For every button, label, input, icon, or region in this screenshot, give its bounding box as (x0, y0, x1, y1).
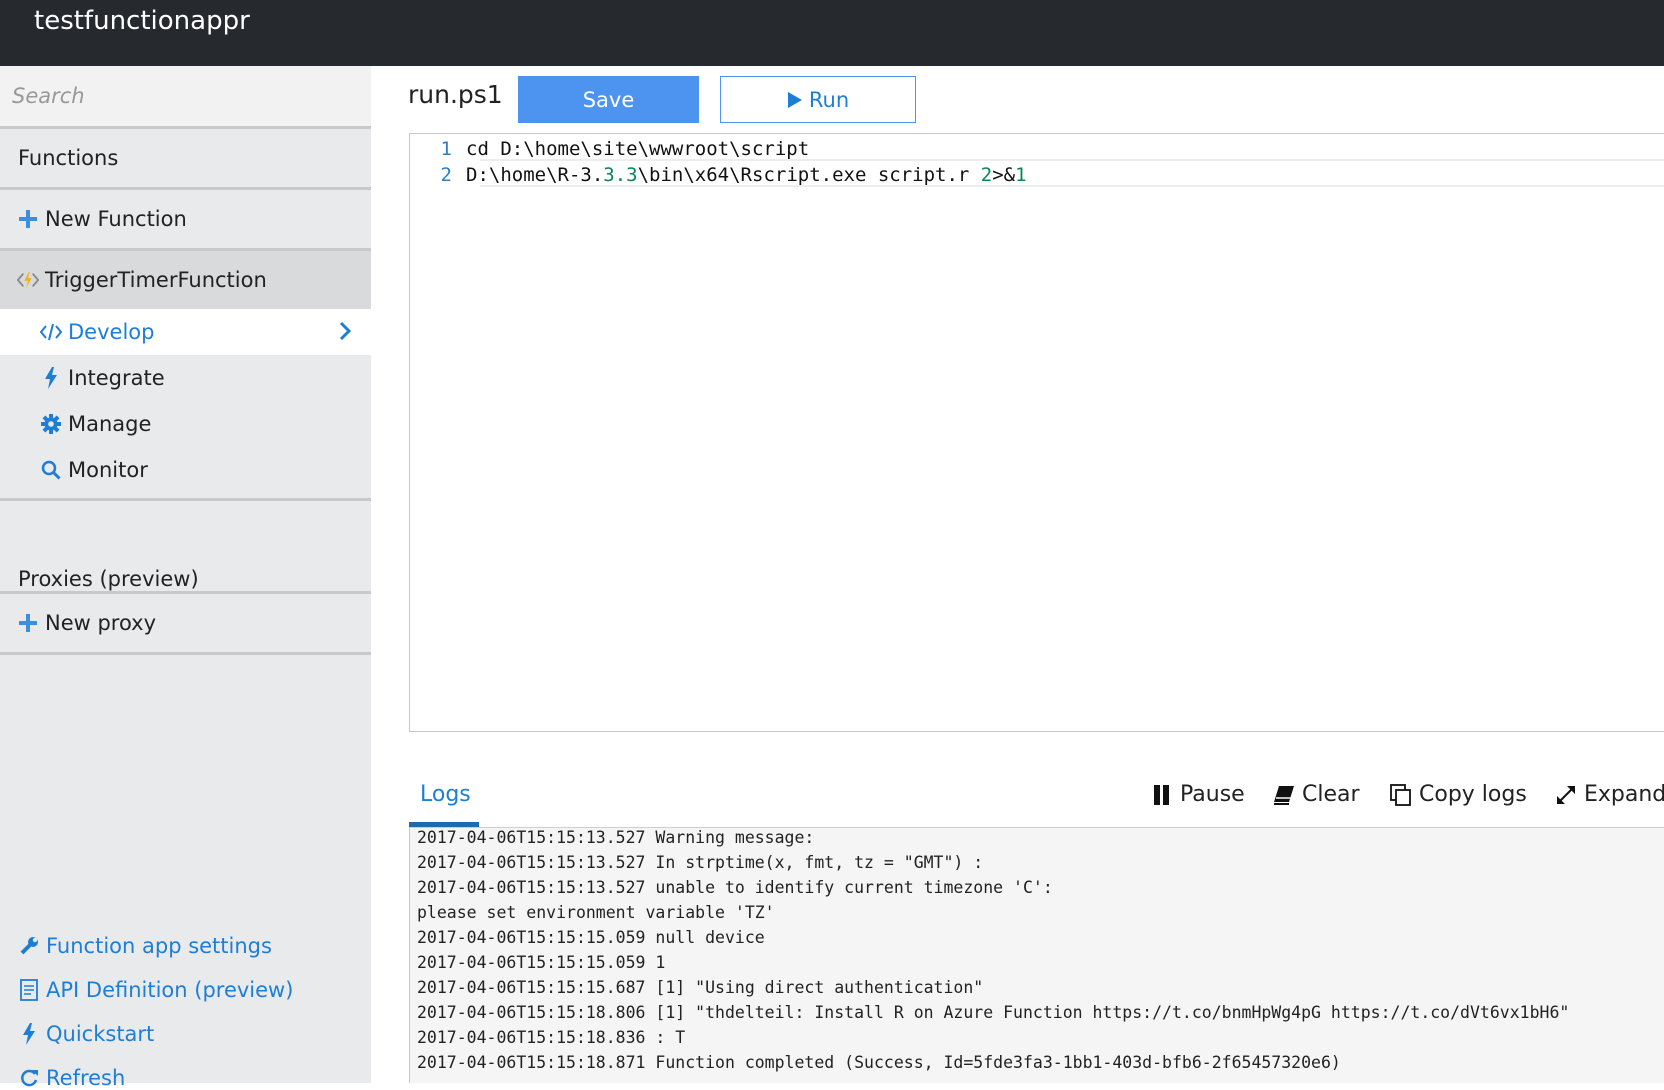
new-function-button[interactable]: New Function (0, 190, 371, 248)
sidebar: Functions New Function TriggerTimerFunct… (0, 66, 371, 1090)
integrate-label: Integrate (68, 366, 165, 390)
log-line: 2017-04-06T15:15:18.836 : T (417, 1028, 686, 1047)
quickstart-link[interactable]: Quickstart (18, 1022, 154, 1046)
top-bar: testfunctionappr (0, 0, 1664, 66)
develop-label: Develop (68, 320, 155, 344)
refresh-link[interactable]: Refresh (18, 1066, 125, 1090)
code-editor[interactable]: 1 cd D:\home\site\wwwroot\script 2 D:\home… (409, 133, 1664, 732)
function-icon (17, 269, 39, 291)
code-icon (40, 321, 62, 343)
line-number: 2 (440, 164, 452, 186)
gear-icon (40, 413, 62, 435)
code-number: 3.3 (603, 164, 638, 186)
clear-label: Clear (1302, 782, 1360, 807)
lightning-icon (18, 1023, 40, 1045)
log-line: 2017-04-06T15:15:13.527 In strptime(x, f… (417, 853, 984, 872)
log-line: 2017-04-06T15:15:15.687 [1] "Using direc… (417, 978, 984, 997)
search-input[interactable] (0, 66, 371, 126)
functions-label: Functions (18, 146, 119, 170)
tab-logs[interactable]: Logs (420, 782, 471, 807)
plus-icon (17, 208, 39, 230)
code-text: D:\home\R-3. (466, 164, 604, 186)
copy-logs-button[interactable]: Copy logs (1389, 782, 1527, 807)
copy-icon (1389, 783, 1413, 807)
search-icon (40, 459, 62, 481)
pause-button[interactable]: Pause (1150, 782, 1245, 807)
clear-button[interactable]: Clear (1272, 782, 1360, 807)
code-text: >& (992, 164, 1016, 186)
line-number: 1 (440, 138, 452, 160)
save-button[interactable]: Save (518, 76, 699, 123)
function-item-triggertimerfunction[interactable]: TriggerTimerFunction (0, 251, 371, 309)
api-definition-link[interactable]: API Definition (preview) (18, 978, 293, 1002)
api-definition-label: API Definition (preview) (46, 978, 294, 1002)
log-line: 2017-04-06T15:15:18.871 Function complet… (417, 1053, 1341, 1072)
sidebar-item-monitor[interactable]: Monitor (0, 447, 371, 493)
quickstart-label: Quickstart (46, 1022, 155, 1046)
pause-icon (1150, 783, 1174, 807)
eraser-icon (1272, 783, 1296, 807)
expand-label: Expand (1584, 782, 1664, 807)
proxies-label: Proxies (preview) (18, 567, 199, 591)
new-proxy-label: New proxy (45, 611, 157, 635)
code-number: 1 (1015, 164, 1027, 186)
log-line: 2017-04-06T15:15:13.527 Warning message: (417, 828, 815, 847)
file-name: run.ps1 (408, 80, 503, 109)
log-line: 2017-04-06T15:15:15.059 null device (417, 928, 765, 947)
function-name: TriggerTimerFunction (45, 268, 267, 292)
line-rule (480, 159, 1664, 161)
log-line: 2017-04-06T15:15:15.059 1 (417, 953, 666, 972)
sidebar-functions[interactable]: Functions (0, 129, 371, 187)
sidebar-item-develop[interactable]: Develop (0, 309, 371, 355)
code-text: \bin\x64\Rscript.exe script.r (637, 164, 981, 186)
sidebar-item-integrate[interactable]: Integrate (0, 355, 371, 401)
plus-icon (17, 612, 39, 634)
new-proxy-button[interactable]: New proxy (0, 594, 371, 652)
refresh-label: Refresh (46, 1066, 126, 1090)
divider (0, 498, 371, 501)
code-number: 2 (980, 164, 993, 186)
logs-output[interactable]: 2017-04-06T15:15:13.527 Warning message:… (409, 828, 1664, 1083)
run-label: Run (808, 87, 850, 112)
expand-button[interactable]: Expand (1554, 782, 1664, 807)
document-icon (18, 979, 40, 1001)
divider (0, 652, 371, 655)
line-rule (480, 185, 1664, 187)
function-app-settings-label: Function app settings (46, 934, 272, 958)
wrench-icon (18, 935, 40, 957)
code-text: cd D:\home\site\wwwroot\script (466, 138, 810, 160)
pause-label: Pause (1180, 782, 1245, 807)
log-line: please set environment variable 'TZ' (417, 903, 775, 922)
log-line: 2017-04-06T15:15:18.806 [1] "thdelteil: … (417, 1003, 1570, 1022)
copy-logs-label: Copy logs (1419, 782, 1527, 807)
chevron-right-icon (338, 321, 352, 346)
run-button[interactable]: Run (720, 76, 916, 123)
expand-icon (1554, 783, 1578, 807)
play-icon (787, 91, 803, 109)
monitor-label: Monitor (68, 458, 148, 482)
search-box (0, 66, 371, 126)
function-app-settings-link[interactable]: Function app settings (18, 934, 272, 958)
lightning-icon (40, 367, 62, 389)
new-function-label: New Function (45, 207, 187, 231)
log-line: 2017-04-06T15:15:13.527 unable to identi… (417, 878, 1053, 897)
sidebar-item-manage[interactable]: Manage (0, 401, 371, 447)
refresh-icon (18, 1067, 40, 1089)
manage-label: Manage (68, 412, 152, 436)
app-title: testfunctionappr (34, 6, 250, 36)
